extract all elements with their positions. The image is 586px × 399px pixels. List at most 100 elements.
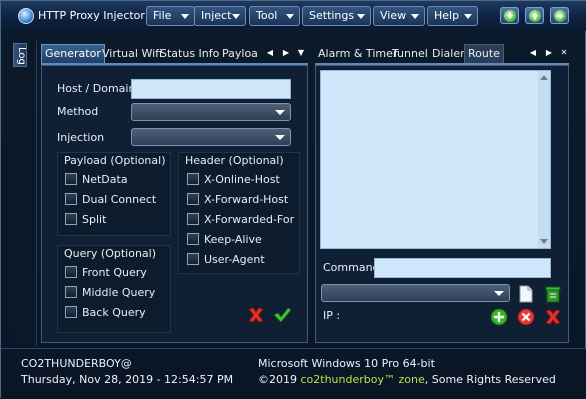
chevron-down-icon bbox=[357, 14, 365, 19]
tab-close-icon[interactable]: ✕ bbox=[559, 44, 569, 62]
tab-route[interactable]: Route bbox=[464, 44, 504, 63]
header-x-forwarded-for-checkbox[interactable] bbox=[187, 213, 199, 225]
menu-file-label: File bbox=[153, 9, 172, 22]
menu-settings-label: Settings bbox=[309, 9, 355, 22]
method-label: Method bbox=[57, 105, 99, 118]
header-x-forwarded-for-label: X-Forwarded-For bbox=[204, 213, 295, 226]
tab-tunnel[interactable]: Tunnel bbox=[389, 44, 431, 63]
payload-split-label: Split bbox=[82, 213, 107, 226]
ip-label: IP : bbox=[323, 309, 341, 322]
tab-scroll-right-icon[interactable]: ▶ bbox=[544, 44, 554, 62]
red-x-icon bbox=[248, 307, 264, 323]
tab-scroll-right-icon[interactable]: ▶ bbox=[281, 44, 291, 62]
route-scrollbar[interactable] bbox=[538, 71, 550, 248]
menu-help[interactable]: Help bbox=[427, 6, 478, 26]
query-front-label: Front Query bbox=[82, 266, 147, 279]
menu-tool-label: Tool bbox=[256, 9, 278, 22]
close-button[interactable] bbox=[550, 7, 569, 24]
payload-netdata-checkbox[interactable] bbox=[65, 173, 77, 185]
host-input[interactable] bbox=[131, 79, 291, 99]
recycle-button[interactable] bbox=[543, 284, 563, 304]
tab-generator[interactable]: Generator bbox=[41, 44, 105, 63]
log-sidebar bbox=[9, 41, 37, 346]
payload-netdata-label: NetData bbox=[82, 173, 128, 186]
status-copyright: ©2019 co2thunderboy™ zone, Some Rights R… bbox=[258, 373, 556, 386]
status-bar: CO2THUNDERBOY@ Thursday, Nov 28, 2019 - … bbox=[1, 348, 586, 399]
clear-route-button[interactable] bbox=[543, 307, 563, 327]
status-datetime: Thursday, Nov 28, 2019 - 12:54:57 PM bbox=[21, 373, 234, 386]
new-document-button[interactable] bbox=[517, 284, 535, 304]
header-x-online-host-label: X-Online-Host bbox=[204, 173, 280, 186]
query-front-checkbox[interactable] bbox=[65, 266, 77, 278]
copyright-suffix: , Some Rights Reserved bbox=[424, 373, 556, 386]
chevron-down-icon bbox=[275, 135, 285, 140]
host-label: Host / Domain bbox=[57, 82, 136, 95]
tab-dialer[interactable]: Dialer bbox=[429, 44, 468, 63]
header-user-agent-label: User-Agent bbox=[204, 253, 265, 266]
copyright-prefix: ©2019 bbox=[258, 373, 297, 386]
header-keep-alive-checkbox[interactable] bbox=[187, 233, 199, 245]
chevron-down-icon bbox=[232, 14, 240, 19]
command-input[interactable] bbox=[374, 258, 551, 278]
payload-split-checkbox[interactable] bbox=[65, 213, 77, 225]
tab-virtual-wifi[interactable]: Virtual Wifi bbox=[99, 44, 165, 63]
menu-settings[interactable]: Settings bbox=[302, 6, 371, 26]
plus-icon bbox=[490, 308, 508, 326]
menu-help-label: Help bbox=[434, 9, 460, 22]
header-user-agent-checkbox[interactable] bbox=[187, 253, 199, 265]
chevron-down-icon bbox=[181, 14, 189, 19]
status-os: Microsoft Windows 10 Pro 64-bit bbox=[258, 357, 435, 370]
tab-log-label: Log bbox=[16, 47, 27, 65]
remove-route-button[interactable] bbox=[516, 307, 536, 327]
right-arrow-icon bbox=[554, 10, 566, 22]
command-label: Command bbox=[323, 261, 380, 274]
header-group-title: Header (Optional) bbox=[185, 154, 284, 167]
menu-tool[interactable]: Tool bbox=[249, 6, 300, 26]
header-keep-alive-label: Keep-Alive bbox=[204, 233, 262, 246]
header-x-online-host-checkbox[interactable] bbox=[187, 173, 199, 185]
tab-status-info[interactable]: Status Info bbox=[157, 44, 222, 63]
add-route-button[interactable] bbox=[489, 307, 509, 327]
scroll-down-icon[interactable] bbox=[540, 239, 548, 244]
query-middle-label: Middle Query bbox=[82, 286, 156, 299]
header-x-forward-host-checkbox[interactable] bbox=[187, 193, 199, 205]
document-icon bbox=[519, 285, 533, 303]
up-arrow-icon bbox=[529, 10, 541, 22]
query-middle-checkbox[interactable] bbox=[65, 286, 77, 298]
tab-list-icon[interactable]: ▼ bbox=[296, 44, 306, 62]
minimize-button[interactable] bbox=[500, 7, 519, 24]
payload-group-title: Payload (Optional) bbox=[64, 154, 166, 167]
generate-button[interactable] bbox=[272, 305, 292, 325]
header-x-forward-host-label: X-Forward-Host bbox=[204, 193, 289, 206]
payload-dual-connect-label: Dual Connect bbox=[82, 193, 157, 206]
route-textarea[interactable] bbox=[320, 70, 551, 249]
title-bar: HTTP Proxy Injector File Inject Tool Set… bbox=[1, 1, 586, 31]
chevron-down-icon bbox=[275, 110, 285, 115]
payload-dual-connect-checkbox[interactable] bbox=[65, 193, 77, 205]
scroll-up-icon[interactable] bbox=[540, 75, 548, 80]
menu-view[interactable]: View bbox=[373, 6, 425, 26]
tab-scroll-left-icon[interactable]: ◀ bbox=[528, 44, 538, 62]
menu-inject[interactable]: Inject bbox=[194, 6, 246, 26]
query-group-title: Query (Optional) bbox=[64, 247, 157, 260]
brand-link[interactable]: co2thunderboy™ zone bbox=[301, 373, 425, 386]
query-back-label: Back Query bbox=[82, 306, 146, 319]
route-select[interactable] bbox=[321, 284, 510, 302]
tab-scroll-left-icon[interactable]: ◀ bbox=[265, 44, 275, 62]
status-user: CO2THUNDERBOY@ bbox=[21, 357, 132, 370]
chevron-down-icon bbox=[464, 14, 472, 19]
injection-select[interactable] bbox=[131, 128, 291, 146]
chevron-down-icon bbox=[286, 14, 294, 19]
menu-inject-label: Inject bbox=[201, 9, 232, 22]
app-logo-icon bbox=[18, 8, 34, 24]
clear-button[interactable] bbox=[246, 305, 266, 325]
method-select[interactable] bbox=[131, 103, 291, 121]
circle-x-icon bbox=[517, 308, 535, 326]
tab-alarm-timer[interactable]: Alarm & Timer bbox=[315, 44, 400, 63]
query-back-checkbox[interactable] bbox=[65, 306, 77, 318]
red-x-icon bbox=[545, 309, 561, 325]
menu-file[interactable]: File bbox=[146, 6, 195, 26]
tab-payload[interactable]: Payload bbox=[219, 44, 258, 63]
app-window: HTTP Proxy Injector File Inject Tool Set… bbox=[0, 0, 586, 399]
maximize-button[interactable] bbox=[525, 7, 544, 24]
